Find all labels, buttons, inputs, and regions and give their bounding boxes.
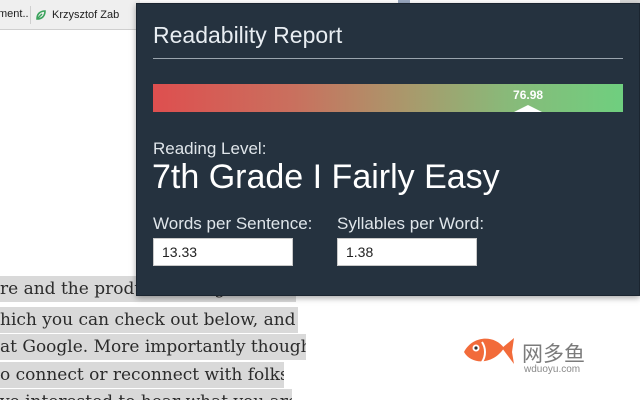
score-pointer-icon [514, 105, 543, 112]
reading-level-value: 7th Grade I Fairly Easy [152, 158, 500, 196]
words-per-sentence-label: Words per Sentence: [153, 214, 313, 233]
words-per-sentence-field[interactable]: 13.33 [153, 238, 293, 266]
title-divider [153, 58, 623, 59]
favicon-leaf-icon [36, 10, 46, 20]
syllables-per-word-field[interactable]: 1.38 [337, 238, 477, 266]
browser-tab-strip: ment.. Krzysztof Zab [0, 0, 140, 30]
article-line: ve interested to hear what you are [0, 389, 292, 400]
score-value: 76.98 [513, 88, 544, 102]
fish-logo-icon [464, 338, 514, 364]
tab-krzysztof[interactable]: Krzysztof Zab [34, 8, 119, 22]
article-line: hich you can check out below, and [0, 307, 298, 333]
article-line: o connect or reconnect with folks. [0, 362, 284, 388]
tab-label: Krzysztof Zab [52, 9, 120, 21]
readability-score-bar: 76.98 [153, 84, 623, 112]
syllables-per-word-label: Syllables per Word: [337, 214, 485, 233]
popup-title: Readability Report [153, 22, 343, 48]
tab-divider [30, 6, 31, 24]
readability-popup: Readability Report 76.98 Reading Level: … [136, 3, 640, 296]
article-line: at Google. More importantly though, [0, 334, 306, 360]
watermark-en-text: wduoyu.com [524, 364, 581, 375]
tab-partial-title[interactable]: ment.. [0, 8, 29, 20]
reading-level-label: Reading Level: [153, 139, 267, 158]
watermark: 网多鱼 wduoyu.com [460, 326, 600, 376]
